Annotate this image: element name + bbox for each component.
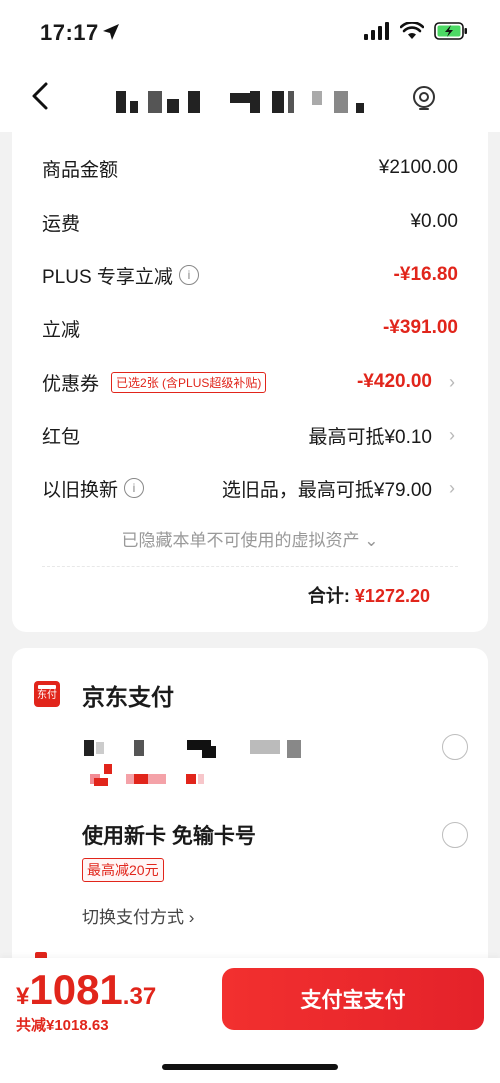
row-label: 商品金额	[42, 159, 119, 181]
checkout-bar: ¥1081.37 共减¥1018.63 支付宝支付	[0, 958, 500, 1083]
customer-service-icon[interactable]	[408, 82, 440, 114]
battery-charging-icon	[434, 22, 467, 40]
row-label: PLUS 专享立减	[42, 266, 173, 288]
total-savings: 共减¥1018.63	[16, 1017, 109, 1034]
back-icon[interactable]	[22, 76, 62, 116]
payment-methods-card: 东付 京东支付 使用新卡 免输卡号 最高减20元 切换支付方式 ›	[12, 648, 488, 978]
row-value: ¥0.00	[410, 211, 458, 232]
alipay-pay-button[interactable]: 支付宝支付	[222, 968, 484, 1030]
payable-amount: ¥1081.37	[16, 966, 156, 1014]
row-label: 运费	[42, 213, 81, 235]
switch-payment-method-link[interactable]: 切换支付方式 ›	[82, 903, 194, 928]
order-summary-card: 商品金额 ¥2100.00 运费 ¥0.00 PLUS 专享立减 i -¥16.…	[12, 130, 488, 632]
price-integer: 1081	[29, 966, 123, 1013]
coupon-tag: 已选2张 (含PLUS超级补贴)	[111, 371, 267, 393]
row-value: -¥16.80	[393, 264, 458, 285]
new-card-radio[interactable]	[442, 822, 468, 848]
signal-icon	[364, 22, 389, 40]
row-value: ¥2100.00	[378, 157, 458, 178]
page-title-redacted	[112, 91, 382, 115]
row-goods-amount: 商品金额 ¥2100.00	[42, 148, 458, 188]
chevron-right-icon: ›	[449, 424, 455, 445]
wifi-icon	[400, 22, 424, 39]
row-value: 选旧品，最高可抵¥79.00	[221, 479, 432, 501]
status-time: 17:17	[40, 20, 99, 45]
row-label: 立减	[42, 319, 81, 341]
row-red-packet[interactable]: 红包 最高可抵¥0.10 ›	[42, 415, 458, 455]
saved-card-radio[interactable]	[442, 734, 468, 760]
row-shipping: 运费 ¥0.00	[42, 202, 458, 242]
row-value: -¥391.00	[382, 317, 458, 338]
row-coupon[interactable]: 优惠券 已选2张 (含PLUS超级补贴) -¥420.00 ›	[42, 362, 458, 402]
chevron-right-icon: ›	[449, 371, 455, 392]
total-label: 合计:	[307, 586, 350, 606]
info-icon[interactable]: i	[178, 265, 199, 285]
row-value: -¥420.00	[356, 371, 432, 392]
hidden-assets-toggle[interactable]: 已隐藏本单不可使用的虚拟资产 ⌄	[12, 526, 488, 551]
location-arrow-icon	[103, 24, 119, 40]
saved-card-redacted[interactable]	[82, 738, 422, 798]
row-value: 最高可抵¥0.10	[308, 426, 432, 448]
price-decimal: .37	[122, 983, 157, 1010]
chevron-right-icon: ›	[449, 477, 455, 498]
payment-section-title: 京东支付	[82, 684, 174, 710]
new-card-title[interactable]: 使用新卡 免输卡号	[82, 820, 256, 850]
currency-symbol: ¥	[16, 983, 30, 1010]
row-label: 优惠券	[42, 373, 100, 395]
status-indicators	[364, 22, 468, 40]
info-icon[interactable]: i	[124, 478, 145, 498]
row-plus-discount: PLUS 专享立减 i -¥16.80	[42, 255, 458, 295]
divider	[42, 566, 458, 567]
row-label: 以旧换新	[42, 479, 119, 501]
row-instant-discount: 立减 -¥391.00	[42, 308, 458, 348]
jd-pay-icon: 东付	[34, 681, 60, 707]
total-amount: ¥1272.20	[354, 586, 430, 606]
row-trade-in[interactable]: 以旧换新 i 选旧品，最高可抵¥79.00 ›	[42, 468, 458, 508]
status-bar: 17:17	[0, 0, 500, 62]
nav-bar	[0, 62, 500, 132]
new-card-promo-tag: 最高减20元	[82, 858, 164, 882]
row-label: 红包	[42, 426, 81, 448]
order-total: 合计: ¥1272.20	[308, 582, 430, 608]
home-indicator	[162, 1064, 338, 1070]
